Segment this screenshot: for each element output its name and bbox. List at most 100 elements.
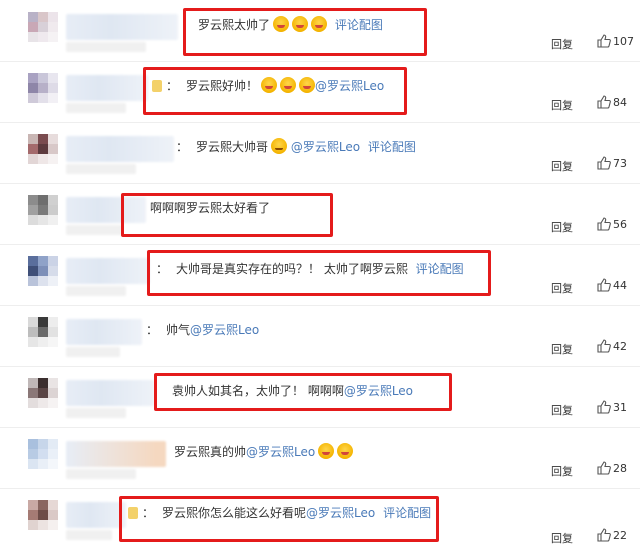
mention-link[interactable]: @罗云熙Leo — [291, 140, 360, 154]
comment-row: 罗云熙真的帅@罗云熙Leo 回复 28 — [0, 427, 640, 489]
reply-button[interactable]: 回复 — [551, 97, 573, 113]
comment-row: 啊啊啊罗云熙太好看了 回复 56 — [0, 183, 640, 245]
comment-row: ：帅气@罗云熙Leo 回复 42 — [0, 305, 640, 367]
comment-row: ：罗云熙大帅哥 @罗云熙Leo 评论配图 回复 73 — [0, 122, 640, 184]
comment-image-link[interactable]: 评论配图 — [416, 262, 464, 276]
thumbs-up-icon — [597, 461, 611, 475]
thumbs-up-icon — [597, 528, 611, 542]
like-button[interactable]: 31 — [597, 400, 627, 414]
reply-button[interactable]: 回复 — [551, 280, 573, 296]
avatar[interactable] — [28, 439, 58, 469]
reply-button[interactable]: 回复 — [551, 158, 573, 174]
comment-text: ：罗云熙大帅哥 @罗云熙Leo 评论配图 — [176, 138, 416, 154]
comment-row: ：罗云熙你怎么能这么好看呢@罗云熙Leo 评论配图 回复 22 — [0, 488, 640, 549]
like-count: 22 — [613, 529, 627, 542]
like-count: 73 — [613, 157, 627, 170]
username-blurred — [66, 530, 112, 540]
comment-text: ：帅气@罗云熙Leo — [146, 323, 260, 337]
like-count: 31 — [613, 401, 627, 414]
cry-laugh-emoji-icon — [299, 77, 316, 93]
username-blurred[interactable] — [66, 441, 166, 467]
username-blurred[interactable] — [66, 75, 148, 101]
comment-text: ：罗云熙好帅！ @罗云熙Leo — [152, 77, 384, 95]
avatar[interactable] — [28, 378, 58, 408]
comment-text: 啊啊啊罗云熙太好看了 — [150, 201, 271, 215]
thumbs-up-icon — [597, 278, 611, 292]
comment-row: 袁帅人如其名，太帅了！ 啊啊啊@罗云熙Leo 回复 31 — [0, 366, 640, 428]
like-button[interactable]: 56 — [597, 217, 627, 231]
like-button[interactable]: 73 — [597, 156, 627, 170]
reply-button[interactable]: 回复 — [551, 341, 573, 357]
thumbs-up-icon — [597, 217, 611, 231]
reply-button[interactable]: 回复 — [551, 219, 573, 235]
like-count: 107 — [613, 35, 634, 48]
mention-link[interactable]: @罗云熙Leo — [315, 79, 384, 93]
thumbs-up-icon — [597, 400, 611, 414]
username-blurred — [66, 347, 120, 357]
comment-text: 罗云熙太帅了 评论配图 — [198, 16, 383, 32]
username-blurred[interactable] — [66, 502, 126, 528]
cry-laugh-emoji-icon — [292, 16, 309, 32]
like-count: 44 — [613, 279, 627, 292]
comment-row: 罗云熙太帅了 评论配图 回复 107 — [0, 0, 640, 62]
avatar[interactable] — [28, 12, 58, 42]
badge-icon — [128, 507, 138, 519]
username-blurred — [66, 164, 136, 174]
reply-button[interactable]: 回复 — [551, 530, 573, 546]
reply-button[interactable]: 回复 — [551, 463, 573, 479]
username-blurred[interactable] — [66, 136, 174, 162]
thumbs-up-icon — [597, 339, 611, 353]
reply-button[interactable]: 回复 — [551, 402, 573, 418]
avatar[interactable] — [28, 500, 58, 530]
username-blurred — [66, 42, 146, 52]
like-button[interactable]: 22 — [597, 528, 627, 542]
username-blurred[interactable] — [66, 258, 150, 284]
comment-image-link[interactable]: 评论配图 — [368, 140, 416, 154]
like-button[interactable]: 42 — [597, 339, 627, 353]
like-button[interactable]: 107 — [597, 34, 634, 48]
mention-link[interactable]: @罗云熙Leo — [344, 384, 413, 398]
cry-laugh-emoji-icon — [280, 77, 297, 93]
username-blurred — [66, 225, 122, 235]
username-blurred[interactable] — [66, 197, 146, 223]
username-blurred — [66, 408, 126, 418]
comment-image-link[interactable]: 评论配图 — [383, 506, 431, 520]
thumbs-up-icon — [597, 156, 611, 170]
mention-link[interactable]: @罗云熙Leo — [246, 445, 315, 459]
avatar[interactable] — [28, 73, 58, 103]
like-count: 28 — [613, 462, 627, 475]
avatar[interactable] — [28, 134, 58, 164]
comment-image-link[interactable]: 评论配图 — [335, 18, 383, 32]
username-blurred[interactable] — [66, 14, 178, 40]
badge-icon — [152, 80, 162, 92]
username-blurred — [66, 469, 136, 479]
cry-laugh-emoji-icon — [311, 16, 328, 32]
comment-text: ：罗云熙你怎么能这么好看呢@罗云熙Leo 评论配图 — [128, 504, 431, 522]
like-count: 84 — [613, 96, 627, 109]
thumbs-up-icon — [597, 95, 611, 109]
cry-laugh-emoji-icon — [318, 443, 335, 459]
avatar[interactable] — [28, 317, 58, 347]
cry-laugh-emoji-icon — [273, 16, 290, 32]
username-blurred — [66, 286, 126, 296]
reply-button[interactable]: 回复 — [551, 36, 573, 52]
mention-link[interactable]: @罗云熙Leo — [306, 506, 375, 520]
comment-row: ：大帅哥是真实存在的吗？！ 太帅了啊罗云熙 评论配图 回复 44 — [0, 244, 640, 306]
thumbs-up-icon — [597, 34, 611, 48]
avatar[interactable] — [28, 195, 58, 225]
username-blurred[interactable] — [66, 319, 142, 345]
comment-text: ：大帅哥是真实存在的吗？！ 太帅了啊罗云熙 评论配图 — [156, 262, 464, 276]
comment-row: ：罗云熙好帅！ @罗云熙Leo 回复 84 — [0, 61, 640, 123]
like-button[interactable]: 28 — [597, 461, 627, 475]
like-count: 56 — [613, 218, 627, 231]
avatar[interactable] — [28, 256, 58, 286]
username-blurred[interactable] — [66, 380, 154, 406]
like-button[interactable]: 44 — [597, 278, 627, 292]
comment-text: 袁帅人如其名，太帅了！ 啊啊啊@罗云熙Leo — [172, 384, 414, 398]
mention-link[interactable]: @罗云熙Leo — [190, 323, 259, 337]
like-button[interactable]: 84 — [597, 95, 627, 109]
cry-laugh-emoji-icon — [261, 77, 278, 93]
heart-eyes-emoji-icon — [271, 138, 288, 154]
cry-laugh-emoji-icon — [337, 443, 354, 459]
comment-text: 罗云熙真的帅@罗云熙Leo — [174, 443, 354, 461]
